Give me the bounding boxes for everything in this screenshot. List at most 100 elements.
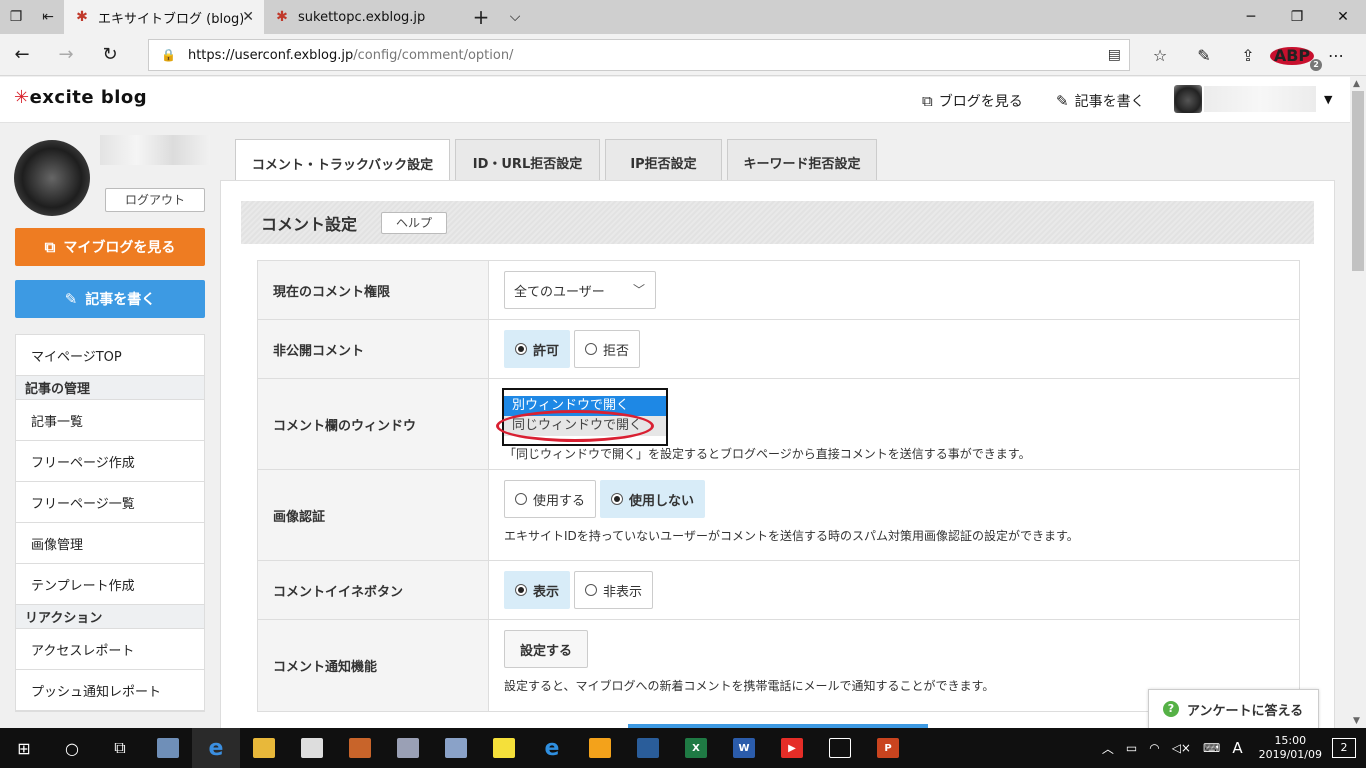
sidebar-item-free-page-list[interactable]: フリーページ一覧 [16, 482, 204, 523]
forward-icon[interactable]: → [44, 44, 88, 65]
sidebar-item-free-page-create[interactable]: フリーページ作成 [16, 441, 204, 482]
user-menu[interactable]: ▼ [1174, 84, 1334, 114]
start-icon[interactable]: ⊞ [0, 728, 48, 768]
reading-view-icon[interactable]: ▤ [1108, 47, 1121, 63]
sidebar-nav: マイページTOP 記事の管理 記事一覧 フリーページ作成 フリーページ一覧 画像… [15, 334, 205, 712]
tab-id-url-block[interactable]: ID・URL拒否設定 [455, 139, 600, 181]
avatar [1174, 85, 1202, 113]
tab-list-icon[interactable]: ❐ [0, 0, 32, 34]
radio-dot [611, 493, 624, 505]
sidebar-item-access-report[interactable]: アクセスレポート [16, 629, 204, 670]
file-explorer-icon[interactable] [240, 728, 288, 768]
view-my-blog-button[interactable]: ⧉ マイブログを見る [15, 228, 205, 266]
close-tab-icon[interactable]: ✕ [242, 9, 254, 25]
scroll-down-icon[interactable]: ▼ [1353, 716, 1360, 726]
share-icon[interactable]: ⇪ [1226, 46, 1270, 65]
tab-keyword-block[interactable]: キーワード拒否設定 [727, 139, 877, 181]
radio-dot [515, 343, 527, 355]
ime-indicator[interactable]: A [1226, 739, 1248, 757]
tab-title: エキサイトブログ (blog)|コメ [98, 11, 243, 27]
favorites-icon[interactable]: ☆ [1138, 46, 1182, 65]
settings-tabs: コメント・トラックバック設定 ID・URL拒否設定 IP拒否設定 キーワード拒否… [235, 139, 882, 182]
browser-tab-strip: ❐ ⇤ ✱ エキサイトブログ (blog)|コメ ✕ ✱ sukettopc.e… [0, 0, 1366, 34]
radio-dot [585, 584, 598, 596]
store-icon[interactable] [288, 728, 336, 768]
section-header: コメント設定 ヘルプ [241, 201, 1314, 244]
toolbox-icon[interactable] [336, 728, 384, 768]
username-redacted [1204, 86, 1316, 112]
url-host: https://userconf.exblog.jp [187, 47, 354, 63]
edge-icon[interactable]: e [192, 728, 240, 768]
write-post-button[interactable]: ✎ 記事を書く [15, 280, 205, 318]
radio-not-use[interactable]: 使用しない [600, 480, 706, 518]
powerpoint-icon[interactable]: P [864, 728, 912, 768]
excel-icon[interactable]: X [672, 728, 720, 768]
notify-settings-button[interactable]: 設定する [504, 630, 588, 668]
wifi-icon[interactable]: ◠ [1143, 741, 1165, 755]
tab-comment-trackback[interactable]: コメント・トラックバック設定 [235, 139, 450, 182]
radio-allow[interactable]: 許可 [504, 330, 571, 368]
page-scrollbar[interactable]: ▲ ▼ [1350, 77, 1366, 728]
row-label: 非公開コメント [258, 320, 489, 378]
browser-tab[interactable]: ✱ sukettopc.exblog.jp [264, 0, 464, 34]
app-icon-notes[interactable] [144, 728, 192, 768]
scroll-up-icon[interactable]: ▲ [1353, 79, 1360, 89]
url-field[interactable]: 🔒 https://userconf.exblog.jp/config/comm… [148, 39, 1130, 71]
adblock-icon[interactable]: ABP 2 [1270, 46, 1322, 71]
sidebar-item-mypage-top[interactable]: マイページTOP [16, 335, 204, 376]
new-tab-button[interactable]: + [464, 0, 498, 34]
write-post-link[interactable]: ✎ 記事を書く [1056, 91, 1145, 111]
logout-button[interactable]: ログアウト [105, 188, 205, 212]
youtube-icon[interactable]: ▶ [768, 728, 816, 768]
paint-icon[interactable] [384, 728, 432, 768]
browser-tab-active[interactable]: ✱ エキサイトブログ (blog)|コメ ✕ [64, 0, 264, 34]
help-button[interactable]: ヘルプ [381, 211, 448, 234]
internet-explorer-icon[interactable]: e [528, 728, 576, 768]
minimize-icon[interactable]: ─ [1228, 0, 1274, 34]
sticky-notes-icon[interactable] [480, 728, 528, 768]
close-window-icon[interactable]: ✕ [1320, 0, 1366, 34]
radio-deny[interactable]: 拒否 [574, 330, 641, 368]
battery-icon[interactable]: ▭ [1120, 741, 1143, 755]
search-icon[interactable]: ○ [48, 728, 96, 768]
radio-hide[interactable]: 非表示 [574, 571, 654, 609]
edit-icon: ✎ [1056, 92, 1069, 110]
paint-palette-icon[interactable] [432, 728, 480, 768]
tab-ip-block[interactable]: IP拒否設定 [605, 139, 722, 181]
scroll-thumb[interactable] [1352, 91, 1364, 271]
window-icon[interactable] [816, 728, 864, 768]
back-icon[interactable]: ← [0, 44, 44, 65]
row-notify: コメント通知機能 設定する 設定すると、マイブログへの新着コメントを携帯電話にメ… [258, 620, 1299, 711]
set-aside-tabs-icon[interactable]: ⇤ [32, 0, 64, 34]
word-icon[interactable]: W [720, 728, 768, 768]
maximize-icon[interactable]: ❐ [1274, 0, 1320, 34]
radio-show[interactable]: 表示 [504, 571, 571, 609]
radio-use[interactable]: 使用する [504, 480, 597, 518]
sidebar-item-template-create[interactable]: テンプレート作成 [16, 564, 204, 605]
excite-favicon-icon: ✱ [76, 9, 88, 25]
excite-blog-logo[interactable]: ✳excite blog [14, 87, 147, 108]
row-label: コメント通知機能 [258, 620, 489, 711]
row-label: 画像認証 [258, 470, 489, 560]
app-icon-tool[interactable] [624, 728, 672, 768]
sidebar-item-push-report[interactable]: プッシュ通知レポート [16, 670, 204, 711]
clock[interactable]: 15:00 2019/01/09 [1249, 734, 1332, 762]
sidebar-item-post-list[interactable]: 記事一覧 [16, 400, 204, 441]
notification-center-icon[interactable]: 2 [1332, 738, 1356, 758]
task-view-icon[interactable]: ⧉ [96, 728, 144, 768]
system-tray: ︿ ▭ ◠ ◁× ⌨ A 15:00 2019/01/09 2 [1096, 728, 1366, 768]
pen-icon[interactable]: ✎ [1182, 46, 1226, 65]
profile-name-redacted [100, 135, 210, 165]
row-label: 現在のコメント権限 [258, 261, 489, 319]
keyboard-icon[interactable]: ⌨ [1197, 741, 1226, 755]
view-blog-link[interactable]: ⧉ ブログを見る [922, 91, 1023, 111]
app-icon-orange[interactable] [576, 728, 624, 768]
sidebar-item-image-manage[interactable]: 画像管理 [16, 523, 204, 564]
volume-muted-icon[interactable]: ◁× [1166, 741, 1197, 755]
tray-chevron-icon[interactable]: ︿ [1096, 740, 1120, 757]
permission-select[interactable]: 全てのユーザー ﹀ [504, 271, 656, 309]
refresh-icon[interactable]: ↻ [88, 44, 132, 65]
tab-preview-chevron-icon[interactable]: ⌵ [498, 0, 532, 34]
external-link-icon: ⧉ [44, 238, 56, 256]
survey-button[interactable]: ? アンケートに答える [1148, 689, 1319, 728]
